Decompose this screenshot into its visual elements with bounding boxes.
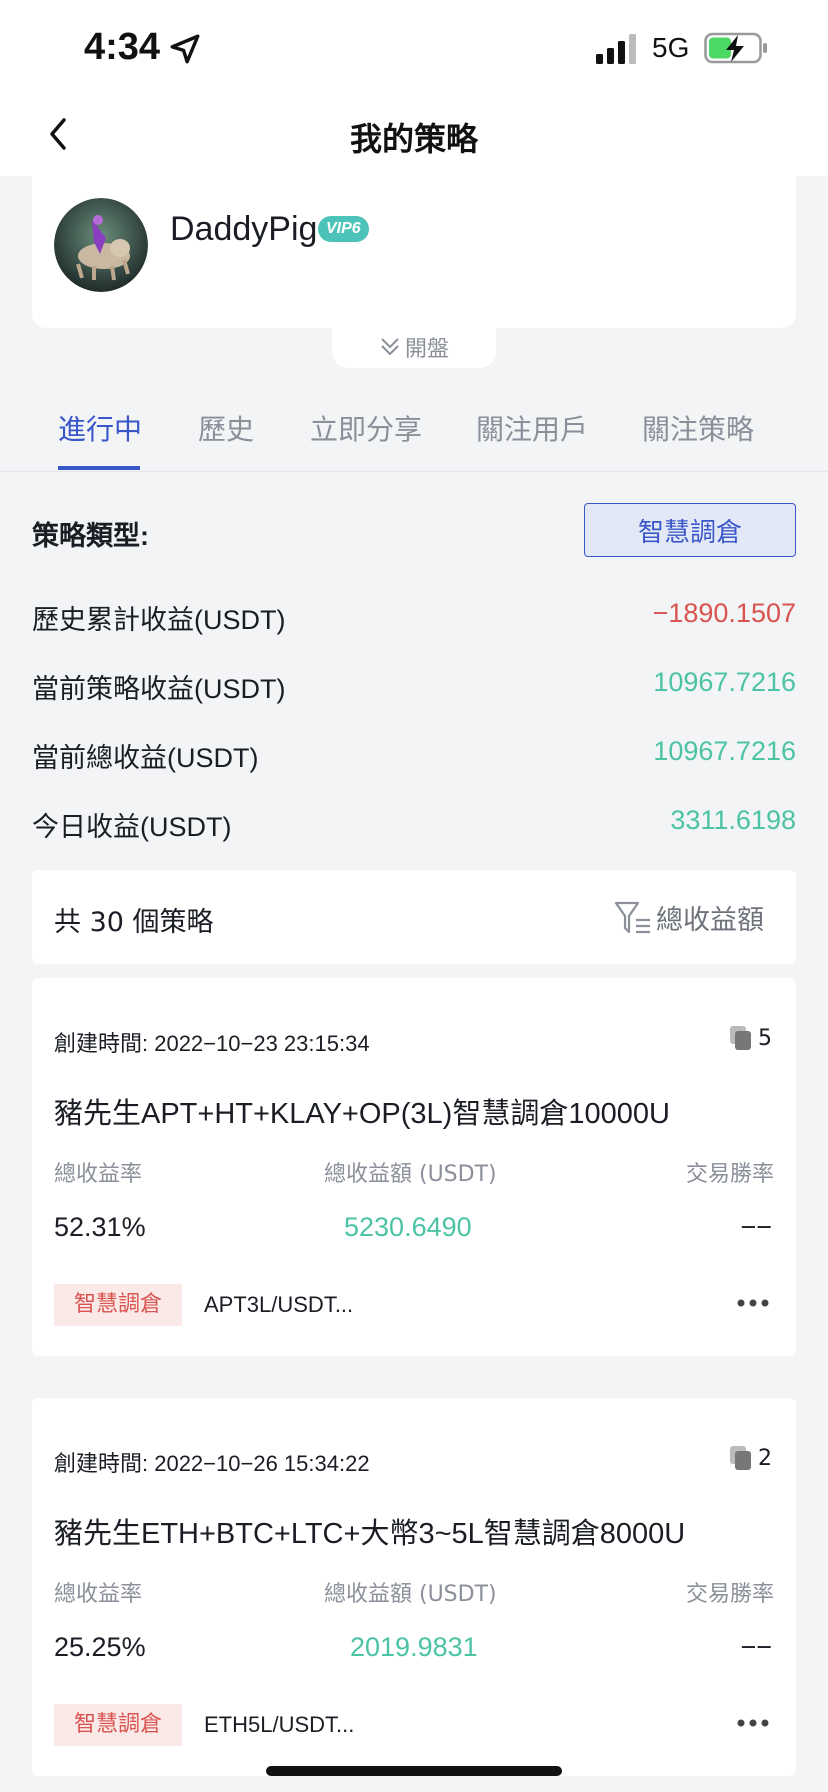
expand-label: 開盤 (404, 337, 449, 362)
avatar[interactable] (54, 198, 148, 292)
stat-value-today: 3311.6198 (670, 805, 796, 835)
status-bar: 4:34 5G (0, 0, 828, 96)
avatar-image (54, 198, 148, 292)
home-indicator (266, 1766, 562, 1776)
win-value: −− (740, 1212, 772, 1242)
stat-label-history-total: 歷史累計收益(USDT) (32, 605, 286, 635)
location-arrow-icon (170, 34, 200, 64)
profile-card: DaddyPig VIP6 (32, 176, 796, 328)
col-label-rate: 總收益率 (54, 1162, 143, 1187)
trading-pair: ETH5L/USDT... (204, 1712, 355, 1737)
strategy-title: 豬先生APT+HT+KLAY+OP(3L)智慧調倉10000U (54, 1098, 670, 1130)
amount-value: 5230.6490 (344, 1212, 472, 1242)
strategy-count: 共 30 個策略 (54, 907, 214, 938)
more-options-icon[interactable] (736, 1288, 770, 1318)
active-tab-indicator (58, 466, 140, 470)
copy-count[interactable]: 5 (728, 1024, 772, 1052)
strategy-type-button[interactable]: 智慧調倉 (584, 503, 796, 557)
col-label-amount: 總收益額 (USDT) (324, 1162, 497, 1187)
created-time: 創建時間: 2022−10−23 23:15:34 (54, 1031, 370, 1056)
strategy-type-label: 策略類型: (32, 521, 149, 551)
strategy-summary-bar: 共 30 個策略 總收益額 (32, 870, 796, 964)
rate-value: 52.31% (54, 1212, 146, 1242)
username: DaddyPig (170, 210, 318, 248)
copy-count[interactable]: 2 (728, 1444, 772, 1472)
amount-value: 2019.9831 (350, 1632, 478, 1662)
stat-label-current-total: 當前總收益(USDT) (32, 743, 259, 773)
sort-label: 總收益額 (656, 905, 764, 936)
stat-value-current-strategy: 10967.7216 (653, 667, 796, 697)
page-title: 我的策略 (349, 120, 478, 158)
copy-icon (730, 1026, 751, 1050)
strategy-card[interactable]: 創建時間: 2022−10−23 23:15:34 5 豬先生APT+HT+KL… (32, 978, 796, 1356)
nav-bar: 我的策略 (0, 96, 828, 176)
double-chevron-down-icon (381, 338, 399, 356)
strategy-tag: 智慧調倉 (54, 1284, 183, 1326)
strategy-tag: 智慧調倉 (54, 1704, 183, 1746)
stat-value-current-total: 10967.7216 (653, 736, 796, 766)
stat-label-current-strategy: 當前策略收益(USDT) (32, 674, 286, 704)
col-label-win: 交易勝率 (685, 1162, 774, 1187)
battery-charging-icon (704, 32, 767, 64)
status-time: 4:34 (84, 26, 161, 68)
col-label-amount: 總收益額 (USDT) (324, 1582, 497, 1607)
more-options-icon[interactable] (736, 1708, 770, 1738)
copy-icon (730, 1446, 751, 1470)
sort-filter-button[interactable]: 總收益額 (614, 898, 764, 937)
stat-label-today: 今日收益(USDT) (32, 812, 232, 842)
tab-followed-strategies[interactable]: 關注策略 (642, 408, 754, 448)
created-time: 創建時間: 2022−10−26 15:34:22 (54, 1451, 370, 1476)
tab-followed-users[interactable]: 關注用戶 (476, 408, 588, 448)
signal-icon (596, 34, 636, 64)
stat-value-history-total: −1890.1507 (652, 598, 796, 628)
strategy-card[interactable]: 創建時間: 2022−10−26 15:34:22 2 豬先生ETH+BTC+L… (32, 1398, 796, 1776)
expand-toggle[interactable]: 開盤 (332, 326, 496, 368)
tab-bar: 進行中 歷史 立即分享 關注用戶 關注策略 (0, 400, 828, 472)
win-value: −− (740, 1632, 772, 1662)
tab-ongoing[interactable]: 進行中 (58, 408, 142, 448)
trading-pair: APT3L/USDT... (204, 1292, 354, 1317)
copy-count-value: 5 (758, 1025, 772, 1051)
rate-value: 25.25% (54, 1632, 146, 1662)
tab-history[interactable]: 歷史 (198, 408, 254, 448)
copy-count-value: 2 (758, 1445, 772, 1471)
filter-icon (614, 901, 650, 933)
col-label-win: 交易勝率 (685, 1582, 774, 1607)
vip-badge: VIP6 (318, 216, 369, 242)
col-label-rate: 總收益率 (54, 1582, 143, 1607)
network-type: 5G (652, 32, 690, 63)
tab-share[interactable]: 立即分享 (310, 408, 422, 448)
strategy-title: 豬先生ETH+BTC+LTC+大幣3~5L智慧調倉8000U (54, 1518, 686, 1550)
